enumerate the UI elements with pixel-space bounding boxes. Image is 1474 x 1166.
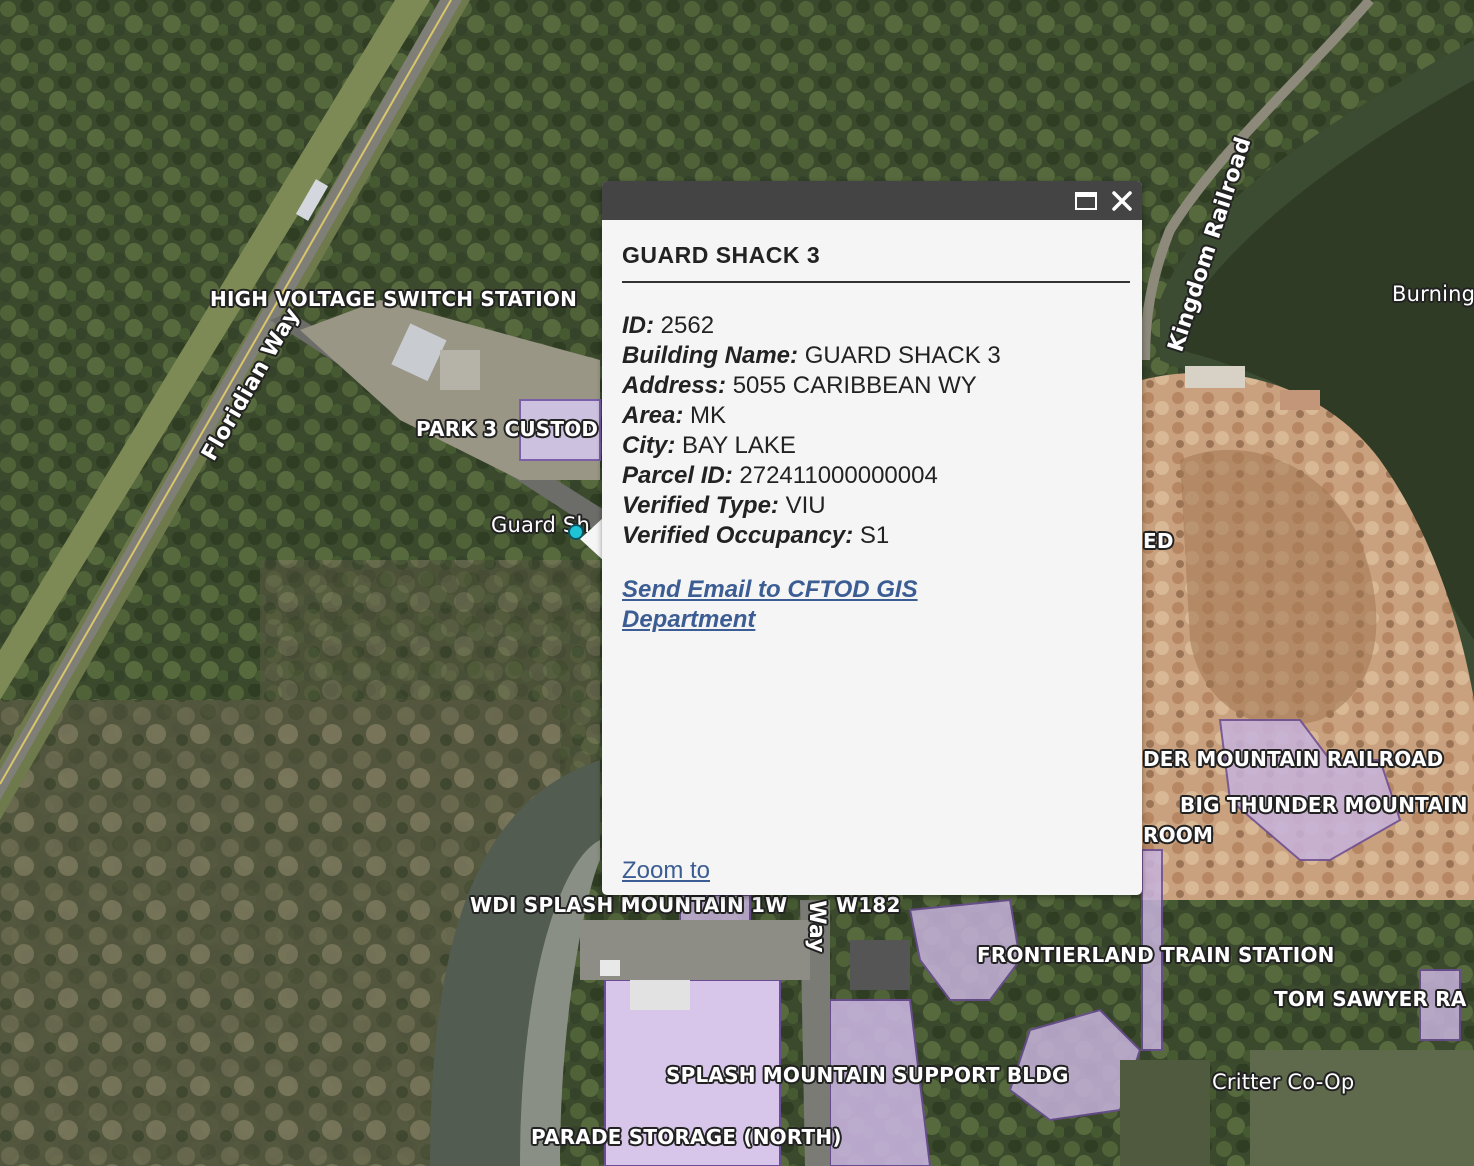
- attribute-row-verified-type: Verified Type: VIU: [622, 491, 1130, 521]
- popup-pointer: [580, 517, 604, 561]
- attribute-value: GUARD SHACK 3: [804, 342, 1001, 369]
- attribute-key: Building Name:: [622, 342, 799, 369]
- attribute-key: Parcel ID:: [622, 462, 733, 489]
- send-email-link[interactable]: Send Email to CFTOD GIS Department: [622, 575, 982, 635]
- label-thunder-mountain-railroad: DER MOUNTAIN RAILROAD: [1143, 747, 1444, 771]
- maximize-icon[interactable]: [1072, 187, 1100, 215]
- popup-body: GUARD SHACK 3 ID: 2562 Building Name: GU…: [602, 220, 1142, 635]
- label-park3-custod: PARK 3 CUSTOD: [416, 417, 599, 441]
- label-splash-mountain-support-bldg: SPLASH MOUNTAIN SUPPORT BLDG: [666, 1063, 1069, 1087]
- label-wdi-splash-mountain: WDI SPLASH MOUNTAIN 1W: [470, 893, 788, 917]
- label-way: Way: [803, 900, 829, 953]
- close-icon[interactable]: [1108, 187, 1136, 215]
- label-room: ROOM: [1143, 823, 1214, 847]
- attribute-key: Verified Type:: [622, 492, 779, 519]
- label-tom-sawyer: TOM SAWYER RA: [1274, 987, 1467, 1011]
- zoom-to-link[interactable]: Zoom to: [622, 857, 710, 885]
- attribute-key: Address:: [622, 372, 727, 399]
- attribute-row-id: ID: 2562: [622, 311, 1130, 341]
- attribute-value: 5055 CARIBBEAN WY: [732, 372, 977, 399]
- attribute-value: 2562: [660, 312, 715, 339]
- attribute-key: City:: [622, 432, 676, 459]
- attribute-key: Area:: [622, 402, 684, 429]
- attribute-value: S1: [859, 522, 890, 549]
- attribute-row-city: City: BAY LAKE: [622, 431, 1130, 461]
- attribute-row-verified-occupancy: Verified Occupancy: S1: [622, 521, 1130, 551]
- attribute-row-parcel-id: Parcel ID: 272411000000004: [622, 461, 1130, 491]
- popup-title: GUARD SHACK 3: [622, 242, 1130, 283]
- attribute-list: ID: 2562 Building Name: GUARD SHACK 3 Ad…: [622, 311, 1130, 551]
- label-high-voltage-switch-station: HIGH VOLTAGE SWITCH STATION: [210, 287, 578, 311]
- attribute-key: ID:: [622, 312, 654, 339]
- attribute-key: Verified Occupancy:: [622, 522, 854, 549]
- label-burning: Burning: [1392, 282, 1474, 306]
- info-popup: GUARD SHACK 3 ID: 2562 Building Name: GU…: [602, 181, 1142, 895]
- label-parade-storage-north: PARADE STORAGE (NORTH): [531, 1125, 842, 1149]
- attribute-row-building-name: Building Name: GUARD SHACK 3: [622, 341, 1130, 371]
- popup-header: [602, 181, 1142, 220]
- label-critter-co-op: Critter Co-Op: [1212, 1070, 1355, 1094]
- label-frontierland-train-station: FRONTIERLAND TRAIN STATION: [977, 943, 1335, 967]
- attribute-row-area: Area: MK: [622, 401, 1130, 431]
- label-ed: ED: [1143, 529, 1174, 553]
- label-big-thunder-mountain: BIG THUNDER MOUNTAIN: [1180, 793, 1468, 817]
- label-w182: W182: [836, 893, 901, 917]
- attribute-value: BAY LAKE: [682, 432, 796, 459]
- attribute-row-address: Address: 5055 CARIBBEAN WY: [622, 371, 1130, 401]
- attribute-value: 272411000000004: [739, 462, 938, 489]
- attribute-value: VIU: [785, 492, 826, 519]
- attribute-value: MK: [690, 402, 727, 429]
